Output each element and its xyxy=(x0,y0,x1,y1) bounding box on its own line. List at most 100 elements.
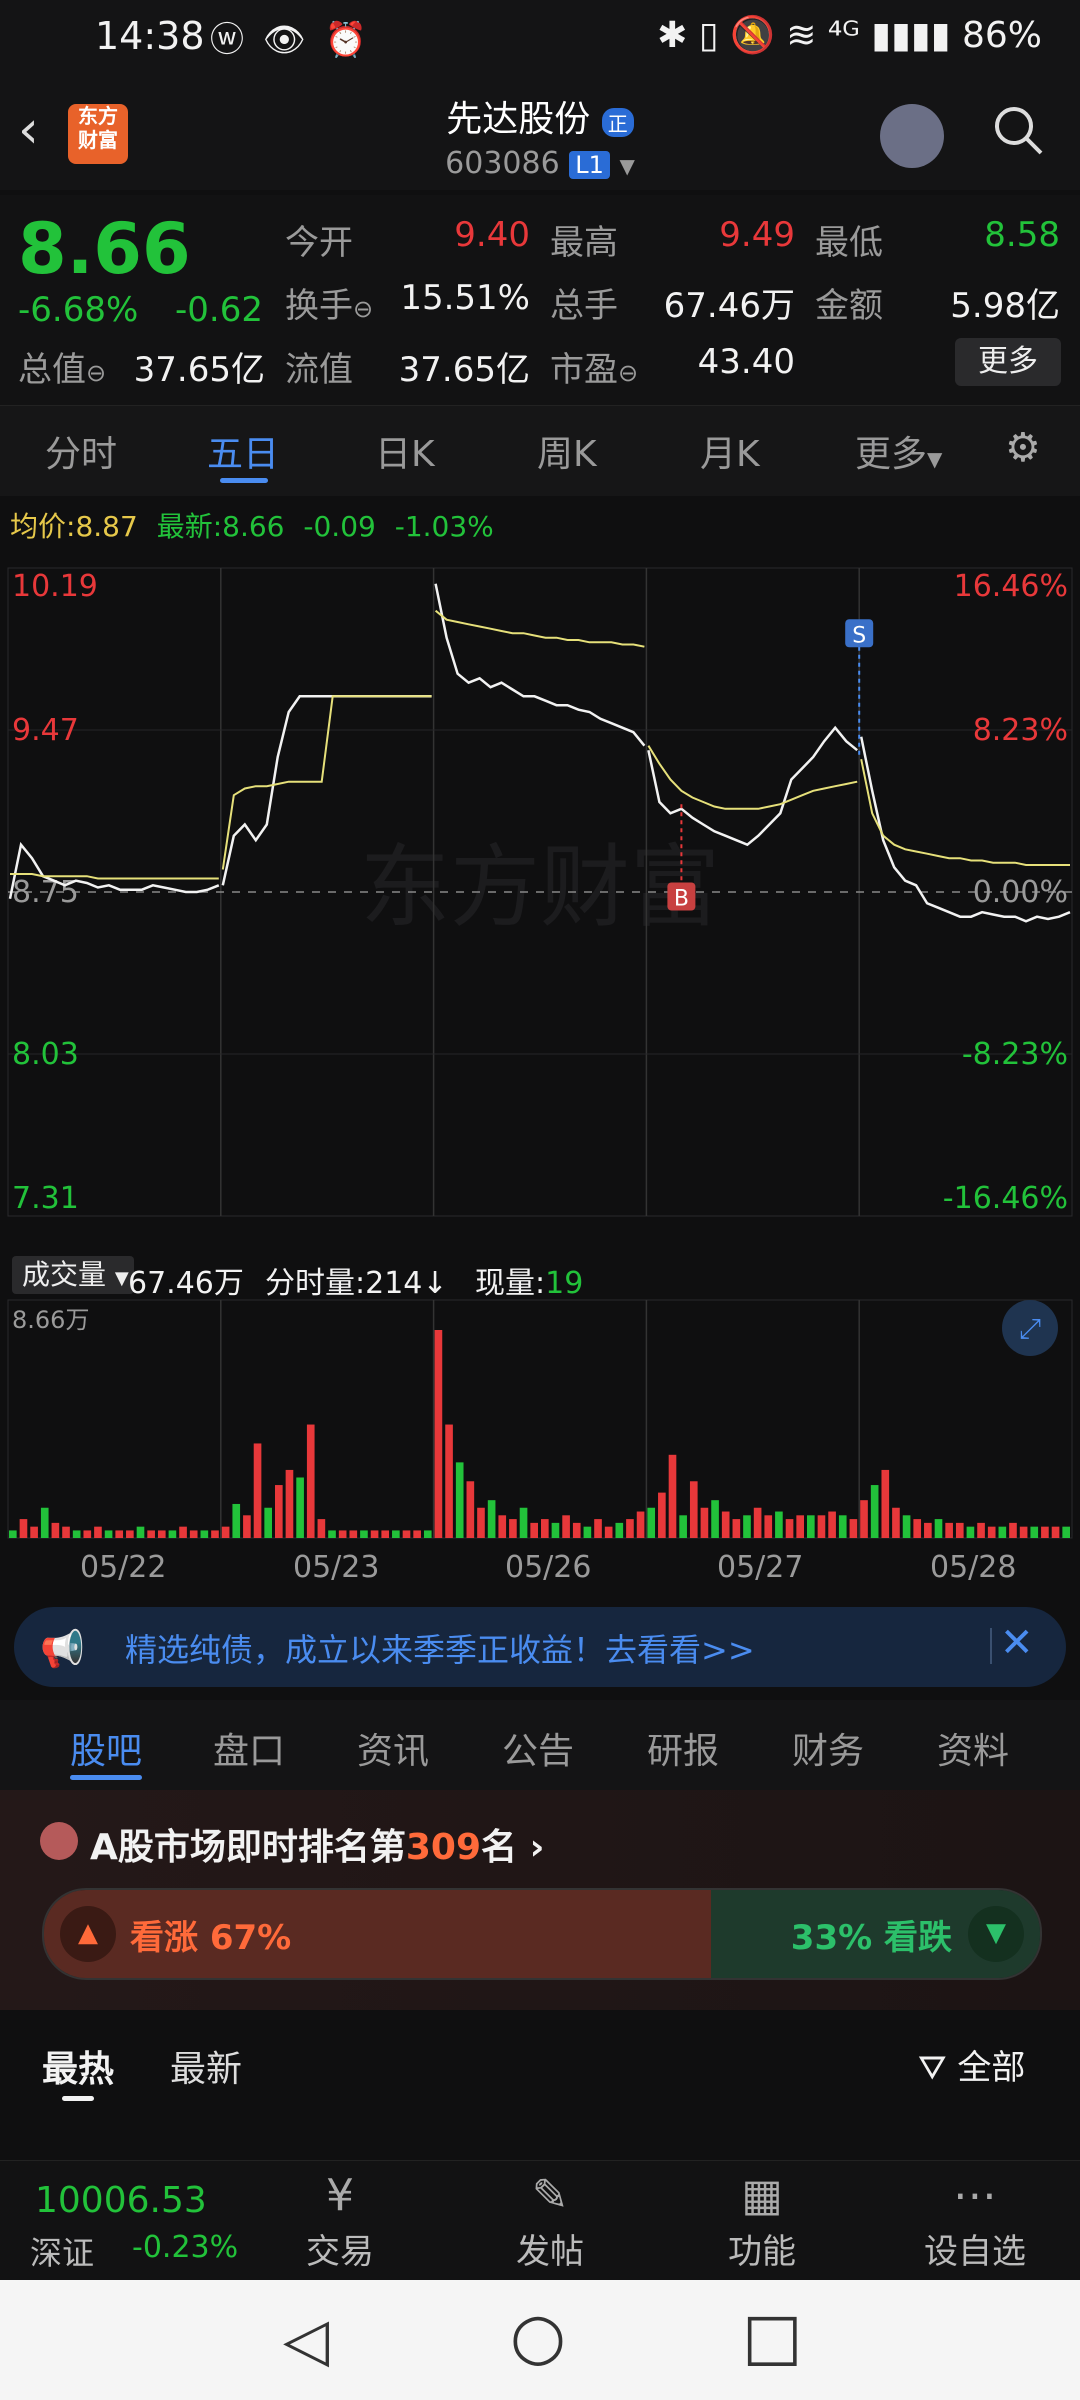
status-icons-left: ⓦ 👁 ⏰ xyxy=(210,20,372,60)
volume-bar xyxy=(317,1519,326,1538)
date-label: 05/22 xyxy=(80,1550,167,1585)
close-icon[interactable]: ✕ xyxy=(1000,1620,1034,1666)
volume-bar xyxy=(253,1443,262,1538)
tab-research[interactable]: 研报 xyxy=(647,1722,719,1774)
nav-watchlist[interactable]: ⋯ 设自选 xyxy=(905,2170,1045,2273)
volume-bar xyxy=(689,1481,698,1538)
tab-guba[interactable]: 股吧 xyxy=(70,1722,142,1774)
ad-text[interactable]: 精选纯债，成立以来季季正收益！去看看>> xyxy=(125,1625,755,1671)
nav-trade[interactable]: ¥ 交易 xyxy=(270,2170,410,2273)
volume-bar xyxy=(572,1522,581,1538)
high-label: 最高 xyxy=(550,223,618,263)
volume-bar xyxy=(583,1526,592,1538)
title-badge: 正 xyxy=(601,108,634,137)
volume-bar xyxy=(711,1500,719,1538)
volume-frame xyxy=(7,1299,1073,1539)
open-label: 今开 xyxy=(285,223,353,263)
volume-bar xyxy=(764,1515,773,1538)
volume-bar xyxy=(370,1530,379,1538)
volume-bar xyxy=(413,1530,421,1538)
volume-bar xyxy=(83,1530,92,1538)
volume-bar xyxy=(881,1469,890,1538)
filter-button[interactable]: ⛛ 全部 xyxy=(918,2040,1025,2089)
nav-post[interactable]: ✎ 发帖 xyxy=(480,2170,620,2273)
tab-hottest[interactable]: 最热 xyxy=(42,2040,114,2092)
volume-bar xyxy=(551,1522,560,1538)
bull-up-icon[interactable]: ▲ xyxy=(60,1906,116,1962)
level-badge: L1 xyxy=(569,151,610,179)
volume-bar xyxy=(615,1522,624,1538)
ranking-text[interactable]: A股市场即时排名第309名 › xyxy=(90,1818,544,1870)
sentiment-bar: ▲ 看涨 67% 33% 看跌 ▼ xyxy=(42,1888,1042,1980)
assistant-robot-icon[interactable] xyxy=(880,104,944,168)
nav-functions[interactable]: ▦ 功能 xyxy=(692,2170,832,2273)
volume-bar xyxy=(509,1519,517,1538)
home-nav-icon[interactable]: ○ xyxy=(510,2300,566,2374)
volume-bar xyxy=(519,1507,528,1538)
volume-bar xyxy=(1062,1526,1070,1538)
low-label: 最低 xyxy=(815,223,883,263)
date-label: 05/26 xyxy=(505,1550,592,1585)
volume-bar xyxy=(115,1530,124,1538)
tick-volume: 分时量:214↓ xyxy=(265,1266,448,1301)
status-icons-right: ✱ ▯ 🔕 ≋ ⁴ᴳ ▮▮▮▮ 86% xyxy=(657,15,1042,56)
index-value[interactable]: 10006.53 xyxy=(35,2180,207,2221)
volume-bar xyxy=(466,1481,475,1538)
volume-bar xyxy=(732,1519,741,1538)
tab-monthly-k[interactable]: 月K xyxy=(700,425,760,477)
volume-bar xyxy=(838,1515,847,1538)
tab-underline xyxy=(62,2096,94,2101)
volume-bar xyxy=(636,1511,645,1538)
volume-bar xyxy=(1009,1522,1017,1538)
volume-bar xyxy=(487,1500,496,1538)
volume-bar xyxy=(157,1530,166,1538)
search-icon[interactable] xyxy=(992,104,1044,156)
index-name[interactable]: 深证 xyxy=(30,2228,94,2274)
bear-label: 33% 看跌 xyxy=(790,1918,952,1958)
tab-more[interactable]: 更多▼ xyxy=(855,425,942,477)
volume-bar xyxy=(338,1530,347,1538)
volume-bar xyxy=(349,1530,358,1538)
volume-bar xyxy=(126,1530,134,1538)
tab-weekly-k[interactable]: 周K xyxy=(537,425,597,477)
tab-announcements[interactable]: 公告 xyxy=(502,1722,574,1774)
tab-latest[interactable]: 最新 xyxy=(170,2040,242,2092)
open-value: 9.40 xyxy=(454,215,530,255)
volume-bar xyxy=(892,1507,900,1538)
volume-selector[interactable]: 成交量 ▼ xyxy=(12,1256,134,1294)
volume-value: 67.46万 xyxy=(663,286,795,326)
bear-down-icon[interactable]: ▼ xyxy=(968,1906,1024,1962)
volume-bar xyxy=(562,1515,570,1538)
tab-news[interactable]: 资讯 xyxy=(357,1722,429,1774)
gear-icon[interactable]: ⚙ xyxy=(1005,425,1041,471)
tab-daily-k[interactable]: 日K xyxy=(375,425,435,477)
volume-bar xyxy=(1051,1526,1060,1538)
volume-bar xyxy=(360,1530,368,1538)
expand-icon-glyph: ⤢ xyxy=(1019,1312,1041,1345)
status-time: 14:38 xyxy=(95,14,205,58)
volume-bar xyxy=(200,1530,209,1538)
volume-bar xyxy=(296,1477,304,1538)
tab-intraday[interactable]: 分时 xyxy=(45,425,117,477)
series-avg-line xyxy=(434,609,645,648)
tab-pankou[interactable]: 盘口 xyxy=(213,1722,285,1774)
bull-label: 看涨 67% xyxy=(130,1918,292,1958)
y-tick-label-pct: -8.23% xyxy=(962,1037,1068,1072)
tab-finance[interactable]: 财务 xyxy=(792,1722,864,1774)
recent-apps-icon[interactable]: □ xyxy=(742,2300,802,2374)
current-price: 8.66 xyxy=(18,208,191,290)
volume-bar xyxy=(232,1503,241,1538)
tab-five-day[interactable]: 五日 xyxy=(207,425,279,477)
tab-profile[interactable]: 资料 xyxy=(937,1722,1009,1774)
watermark: 东方财富 xyxy=(360,835,720,940)
trade-icon: ¥ xyxy=(326,2170,354,2221)
volume-bar xyxy=(445,1424,453,1538)
more-button[interactable]: 更多 xyxy=(955,338,1061,386)
price-chart[interactable]: 东方财富 10.19 16.46% 9.47 8.23% 8.75 0.00% 8.03 -8.… xyxy=(0,548,1080,1248)
volume-bar xyxy=(934,1519,943,1538)
y-tick-label: 8.03 xyxy=(12,1037,79,1072)
volume-bar xyxy=(604,1526,613,1538)
volume-bar xyxy=(807,1515,815,1538)
volume-bar xyxy=(796,1515,804,1538)
back-nav-icon[interactable]: ◁ xyxy=(283,2305,329,2375)
